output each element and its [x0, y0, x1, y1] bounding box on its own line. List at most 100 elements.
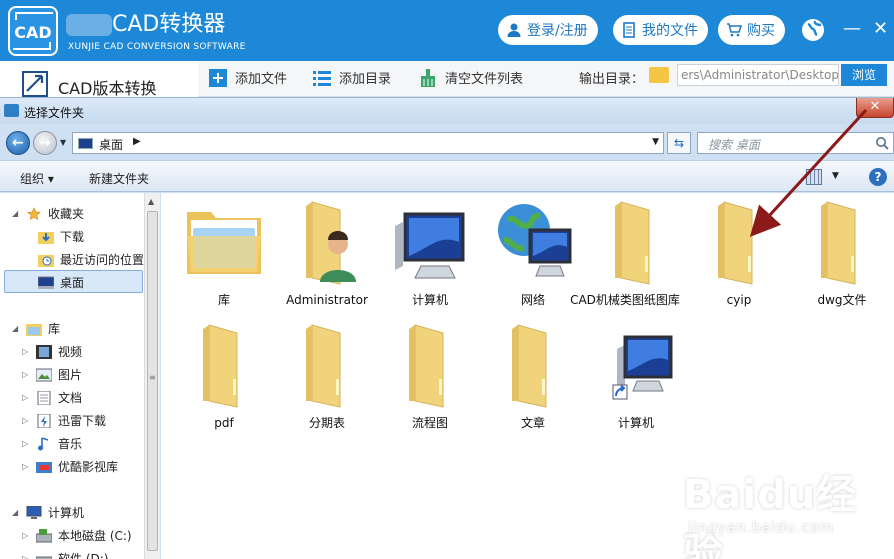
- organize-menu[interactable]: 组织 ▾: [20, 170, 54, 187]
- document-icon: [623, 22, 635, 38]
- list-item-installment-table[interactable]: 分期表: [266, 323, 366, 448]
- folder-icon: [649, 67, 669, 83]
- list-item-computer[interactable]: 计算机: [369, 200, 469, 325]
- my-files-button[interactable]: 我的文件: [613, 15, 708, 45]
- forward-button[interactable]: →: [33, 131, 57, 155]
- dialog-title: 选择文件夹: [24, 106, 85, 120]
- list-item-administrator[interactable]: Administrator: [266, 200, 368, 325]
- nav-item-library[interactable]: ◢ 库: [12, 320, 60, 337]
- computer-shortcut-icon: [612, 335, 673, 400]
- user-icon: [507, 23, 521, 37]
- list-item-cad-drawings[interactable]: CAD机械类图纸图库: [570, 200, 680, 325]
- back-button[interactable]: ←: [6, 131, 30, 155]
- address-crumb[interactable]: 桌面: [99, 136, 123, 153]
- nav-item-videos[interactable]: ▷ 视频: [22, 343, 82, 360]
- view-options-icon[interactable]: [806, 169, 822, 185]
- nav-item-downloads[interactable]: 下载: [24, 228, 84, 245]
- nav-item-youku-library[interactable]: ▷ 优酷影视库: [22, 458, 118, 475]
- login-button[interactable]: 登录/注册: [498, 15, 598, 45]
- download-folder-icon: [38, 231, 54, 244]
- desktop-icon: [38, 276, 54, 288]
- library-folder-icon: [187, 212, 261, 274]
- list-item-library[interactable]: 库: [163, 200, 263, 325]
- nav-item-recent-places[interactable]: 最近访问的位置: [24, 251, 144, 268]
- address-row: ← → ▼ 桌面 ▶ ▼ ⇆ 搜索 桌面: [0, 124, 894, 160]
- close-app-icon[interactable]: ✕: [873, 18, 888, 39]
- side-tab-label: CAD版本转换: [58, 79, 157, 98]
- nav-item-local-disk-c[interactable]: ▷ 本地磁盘 (C:): [22, 527, 132, 544]
- blurred-title-part: [66, 14, 112, 36]
- nav-item-music[interactable]: ▷ 音乐: [22, 435, 82, 452]
- nav-item-documents[interactable]: ▷ 文档: [22, 389, 82, 406]
- list-item-pdf[interactable]: pdf: [163, 323, 263, 448]
- item-label: dwg文件: [817, 293, 867, 307]
- output-path-field[interactable]: ers\Administrator\Desktop: [677, 64, 839, 86]
- thunder-download-icon: [37, 413, 51, 428]
- list-item-articles[interactable]: 文章: [472, 323, 572, 448]
- star-icon: [27, 206, 41, 220]
- search-input[interactable]: 搜索 桌面: [697, 132, 894, 154]
- list-item-dwg-files[interactable]: dwg文件: [781, 200, 881, 325]
- search-icon: [876, 137, 889, 150]
- baidu-watermark-url: jingyan.baidu.com: [688, 520, 835, 536]
- nav-item-pictures[interactable]: ▷ 图片: [22, 366, 82, 383]
- tab-cad-version-convert[interactable]: CAD版本转换: [0, 61, 198, 98]
- disk-icon: [36, 528, 52, 542]
- dialog-title-bar: 选择文件夹: [0, 98, 894, 124]
- recent-places-icon: [38, 254, 54, 267]
- recent-pages-dropdown[interactable]: ▼: [60, 138, 66, 147]
- folder-dialog-icon: [4, 104, 19, 117]
- network-icon: [498, 204, 572, 277]
- app-title: CAD转换器: [66, 6, 225, 38]
- library-icon: [26, 323, 42, 336]
- scroll-up-icon[interactable]: ▲: [148, 197, 154, 206]
- address-dropdown-icon[interactable]: ▼: [652, 137, 659, 147]
- list-item-network[interactable]: 网络: [472, 200, 572, 325]
- nav-item-computer[interactable]: ◢ 计算机: [12, 504, 84, 521]
- folder-icon: [409, 324, 444, 408]
- clear-list-button[interactable]: 清空文件列表: [419, 68, 523, 87]
- help-icon[interactable]: ?: [869, 168, 887, 186]
- dialog-close-button[interactable]: ✕: [856, 98, 894, 118]
- folder-icon: [512, 324, 547, 408]
- nav-item-thunder-downloads[interactable]: ▷ 迅雷下载: [22, 412, 106, 429]
- music-icon: [38, 436, 49, 450]
- scroll-grip-icon: ≡: [149, 373, 156, 382]
- add-directory-button[interactable]: 添加目录: [313, 68, 391, 87]
- folder-icon: [615, 201, 650, 285]
- folder-icon: [821, 201, 856, 285]
- pictures-icon: [36, 368, 52, 381]
- chevron-down-icon[interactable]: ▼: [832, 171, 839, 181]
- nav-scrollbar[interactable]: ▲ ≡: [144, 193, 160, 559]
- buy-button[interactable]: 购买: [718, 15, 785, 45]
- folder-icon: [306, 324, 341, 408]
- list-icon: [313, 70, 331, 86]
- globe-icon[interactable]: [800, 17, 826, 43]
- browse-button[interactable]: 浏览: [841, 64, 887, 86]
- address-bar[interactable]: 桌面 ▶ ▼: [72, 132, 664, 154]
- nav-item-favorites[interactable]: ◢ 收藏夹: [12, 205, 84, 222]
- list-item-computer-shortcut[interactable]: 计算机: [575, 323, 675, 448]
- chevron-right-icon[interactable]: ▶: [133, 136, 141, 147]
- item-label: CAD机械类图纸图库: [570, 293, 680, 307]
- nav-item-desktop[interactable]: 桌面: [24, 274, 84, 291]
- broom-icon: [421, 68, 435, 87]
- minimize-icon[interactable]: —: [843, 18, 861, 39]
- nav-item-software-d[interactable]: ▷ 软件 (D:): [22, 550, 108, 559]
- item-label: 计算机: [617, 416, 654, 430]
- refresh-button[interactable]: ⇆: [667, 132, 691, 154]
- desktop-icon: [78, 138, 93, 149]
- new-folder-button[interactable]: 新建文件夹: [89, 170, 149, 187]
- youku-icon: [36, 461, 52, 473]
- disk-icon: [36, 556, 52, 559]
- list-item-flowcharts[interactable]: 流程图: [369, 323, 469, 448]
- add-file-button[interactable]: 添加文件: [209, 68, 287, 87]
- folder-icon: [718, 201, 753, 285]
- app-header: CAD CAD转换器 XUNJIE CAD CONVERSION SOFTWAR…: [0, 0, 894, 61]
- list-item-cyip[interactable]: cyip: [678, 200, 778, 325]
- baidu-watermark: Baidu经验: [683, 472, 858, 559]
- video-icon: [36, 344, 52, 359]
- navigation-pane: ◢ 收藏夹 下载 最近访问的位置 桌面 ◢ 库 ▷ 视频 ▷ 图片 ▷ 文档 ▷…: [0, 193, 160, 559]
- output-dir-label: 输出目录：: [579, 72, 645, 87]
- documents-icon: [37, 390, 51, 405]
